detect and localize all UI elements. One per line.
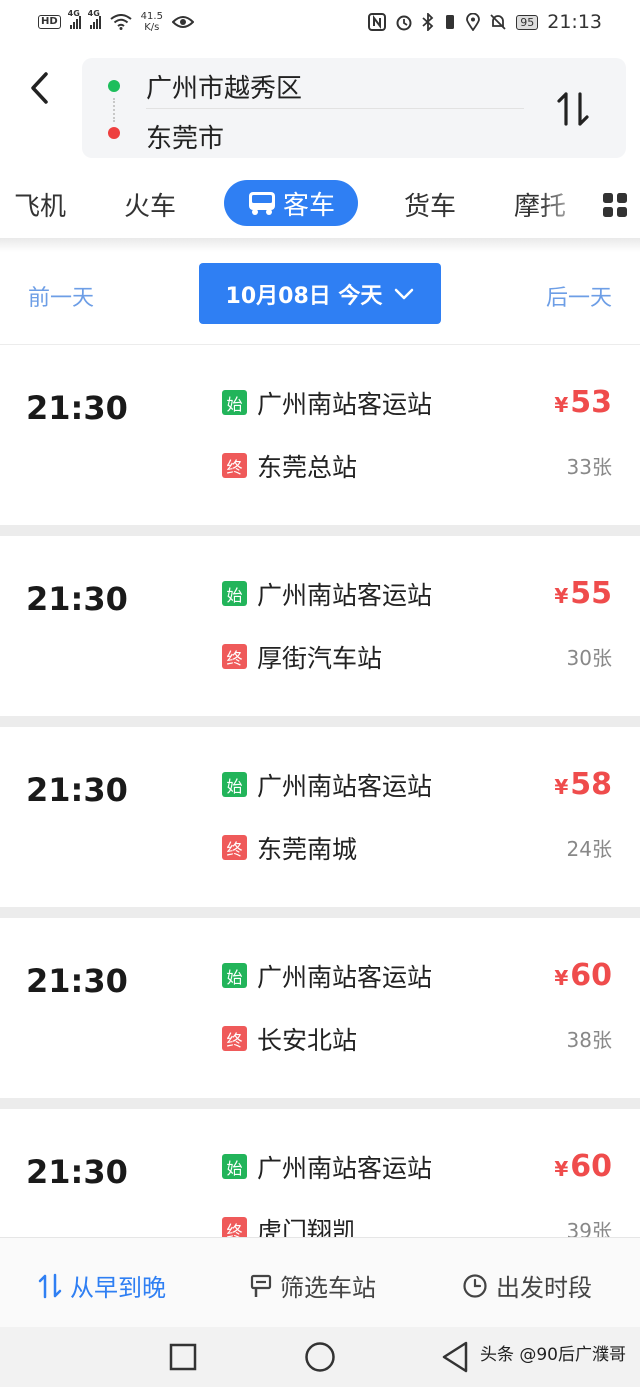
end-badge: 终 xyxy=(222,453,247,478)
wifi-icon xyxy=(110,14,132,30)
vibrate-icon xyxy=(446,15,455,29)
next-day-link[interactable]: 后一天 xyxy=(546,280,612,312)
grid-menu-icon[interactable] xyxy=(600,190,630,220)
end-badge: 终 xyxy=(222,835,247,860)
start-badge: 始 xyxy=(222,772,247,797)
departure-time: 21:30 xyxy=(26,962,128,1000)
origin-dot xyxy=(108,80,120,92)
start-badge: 始 xyxy=(222,581,247,606)
hd-badge: HD xyxy=(38,15,61,29)
signal-icon: 4G xyxy=(88,9,101,29)
status-time: 21:13 xyxy=(547,11,602,33)
tabs-shadow xyxy=(0,238,640,252)
departure-time: 21:30 xyxy=(26,771,128,809)
card-gap xyxy=(0,1098,640,1109)
departure-period-button[interactable]: 出发时段 xyxy=(462,1268,592,1303)
departure-time: 21:30 xyxy=(26,1153,128,1191)
alarm-icon xyxy=(396,15,412,31)
recents-button-icon[interactable] xyxy=(168,1337,198,1377)
end-station: 东莞总站 xyxy=(257,453,358,482)
start-station: 广州南站客运站 xyxy=(257,390,433,419)
destination-dot xyxy=(108,127,120,139)
sort-label: 从早到晚 xyxy=(70,1274,166,1302)
end-badge: 终 xyxy=(222,644,247,669)
tab-coach-label: 客车 xyxy=(282,190,335,221)
status-bar: HD 4G 4G 41.5 K/s 95 21:13 xyxy=(0,0,640,44)
start-station: 广州南站客运站 xyxy=(257,581,433,610)
sort-filter-bar: 从早到晚 筛选车站 出发时段 xyxy=(0,1237,640,1327)
bluetooth-icon xyxy=(422,13,434,31)
signal-icon: 4G xyxy=(68,9,81,29)
previous-day-link[interactable]: 前一天 xyxy=(28,280,94,312)
tab-plane[interactable]: 飞机 xyxy=(14,186,66,223)
mute-bell-icon xyxy=(490,14,506,30)
end-badge: 终 xyxy=(222,1026,247,1051)
tab-train[interactable]: 火车 xyxy=(124,186,176,223)
tabs-fade xyxy=(540,172,600,238)
card-gap xyxy=(0,907,640,918)
station-sign-icon xyxy=(250,1274,272,1297)
location-icon xyxy=(466,13,481,31)
back-button-icon[interactable] xyxy=(440,1337,470,1377)
back-arrow-icon[interactable] xyxy=(24,68,58,108)
end-station: 东莞南城 xyxy=(257,835,358,864)
tickets-left: 30张 xyxy=(566,646,612,670)
date-picker-button[interactable]: 10月08日 今天 xyxy=(199,263,441,324)
departure-time: 21:30 xyxy=(26,580,128,618)
departure-time: 21:30 xyxy=(26,389,128,427)
route-selector: 广州市越秀区 东莞市 xyxy=(82,58,626,158)
filter-station-button[interactable]: 筛选车站 xyxy=(250,1268,376,1303)
swap-route-icon[interactable] xyxy=(556,90,590,128)
end-station: 长安北站 xyxy=(257,1026,358,1055)
trip-card[interactable]: 21:30 始 广州南站客运站 终 东莞总站 ¥53 33张 xyxy=(0,345,640,525)
transport-tabs: 飞机 火车 客车 货车 摩托 xyxy=(0,172,640,238)
ticket-price: ¥60 xyxy=(554,958,612,993)
filter-station-label: 筛选车站 xyxy=(280,1274,376,1302)
start-badge: 始 xyxy=(222,390,247,415)
origin-field[interactable]: 广州市越秀区 xyxy=(146,68,302,105)
end-station: 厚街汽车站 xyxy=(257,644,383,673)
eye-icon xyxy=(171,16,194,28)
ticket-price: ¥55 xyxy=(554,576,612,611)
tickets-left: 33张 xyxy=(566,455,612,479)
battery-indicator: 95 xyxy=(516,14,539,30)
ticket-price: ¥58 xyxy=(554,767,612,802)
route-divider xyxy=(146,108,524,109)
route-connector xyxy=(113,98,115,122)
departure-period-label: 出发时段 xyxy=(496,1274,592,1302)
nfc-icon xyxy=(368,13,387,31)
network-speed: 41.5 K/s xyxy=(140,11,163,33)
start-station: 广州南站客运站 xyxy=(257,772,433,801)
sort-early-to-late-button[interactable]: 从早到晚 xyxy=(38,1268,166,1303)
current-date: 10月08日 今天 xyxy=(225,283,383,309)
ticket-price: ¥60 xyxy=(554,1149,612,1184)
tab-truck[interactable]: 货车 xyxy=(404,186,456,223)
card-gap xyxy=(0,716,640,727)
trip-card[interactable]: 21:30 始 广州南站客运站 终 厚街汽车站 ¥55 30张 xyxy=(0,536,640,716)
card-gap xyxy=(0,525,640,536)
start-badge: 始 xyxy=(222,1154,247,1179)
trip-card[interactable]: 21:30 始 广州南站客运站 终 东莞南城 ¥58 24张 xyxy=(0,727,640,907)
chevron-down-icon xyxy=(395,288,414,299)
tickets-left: 24张 xyxy=(566,837,612,861)
bus-icon xyxy=(248,192,275,215)
start-badge: 始 xyxy=(222,963,247,988)
home-button-icon[interactable] xyxy=(302,1337,338,1377)
tickets-left: 38张 xyxy=(566,1028,612,1052)
watermark: 头条 @90后广濮哥 xyxy=(479,1345,626,1365)
tab-coach[interactable]: 客车 xyxy=(224,180,358,226)
start-station: 广州南站客运站 xyxy=(257,963,433,992)
destination-field[interactable]: 东莞市 xyxy=(146,118,224,155)
start-station: 广州南站客运站 xyxy=(257,1154,433,1183)
trip-card[interactable]: 21:30 始 广州南站客运站 终 长安北站 ¥60 38张 xyxy=(0,918,640,1098)
clock-icon xyxy=(463,1273,487,1298)
sort-arrows-icon xyxy=(38,1273,62,1298)
ticket-price: ¥53 xyxy=(554,385,612,420)
